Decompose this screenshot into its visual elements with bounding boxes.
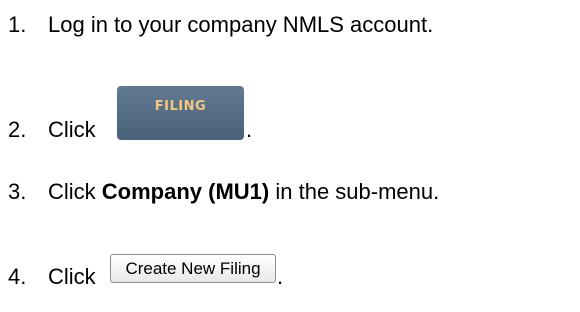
step-number: 1. bbox=[8, 12, 27, 37]
step-4: 4. Click bbox=[8, 264, 96, 290]
filing-button[interactable]: FILING bbox=[117, 86, 244, 140]
step-period: . bbox=[277, 264, 284, 289]
step-text: Click bbox=[48, 264, 96, 289]
step-number: 2. bbox=[8, 117, 27, 142]
step-text: in the sub-menu. bbox=[275, 179, 440, 204]
company-mu1-label: Company (MU1) bbox=[101, 179, 270, 204]
step-number: 3. bbox=[8, 179, 27, 204]
step-2: 2. Click bbox=[8, 117, 96, 143]
step-period: . bbox=[246, 117, 253, 142]
create-new-filing-button[interactable]: Create New Filing bbox=[110, 254, 276, 283]
step-3: 3. Click Company (MU1) in the sub-menu. bbox=[8, 179, 439, 205]
step-number: 4. bbox=[8, 264, 27, 289]
step-1: 1. Log in to your company NMLS account. bbox=[8, 12, 433, 38]
step-text: Click bbox=[48, 179, 96, 204]
step-text: Log in to your company NMLS account. bbox=[48, 12, 434, 37]
step-text: Click bbox=[48, 117, 96, 142]
